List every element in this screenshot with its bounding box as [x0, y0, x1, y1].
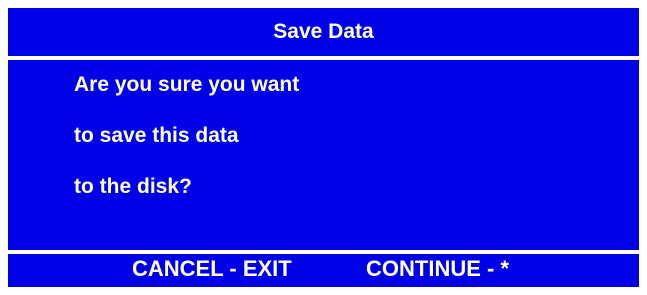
save-data-dialog: Save Data Are you sure you want to save …: [8, 8, 639, 287]
message-line-3: to the disk?: [74, 175, 192, 198]
dialog-title-bar: Save Data: [8, 8, 639, 56]
cancel-exit-button[interactable]: CANCEL - EXIT: [132, 256, 292, 282]
message-line-2: to save this data: [74, 124, 239, 147]
continue-button[interactable]: CONTINUE - *: [366, 256, 509, 282]
message-panel: Are you sure you want to save this data …: [8, 60, 639, 250]
dialog-footer-bar: CANCEL - EXIT CONTINUE - *: [8, 254, 639, 287]
dialog-title: Save Data: [273, 20, 374, 43]
message-line-1: Are you sure you want: [74, 73, 300, 96]
